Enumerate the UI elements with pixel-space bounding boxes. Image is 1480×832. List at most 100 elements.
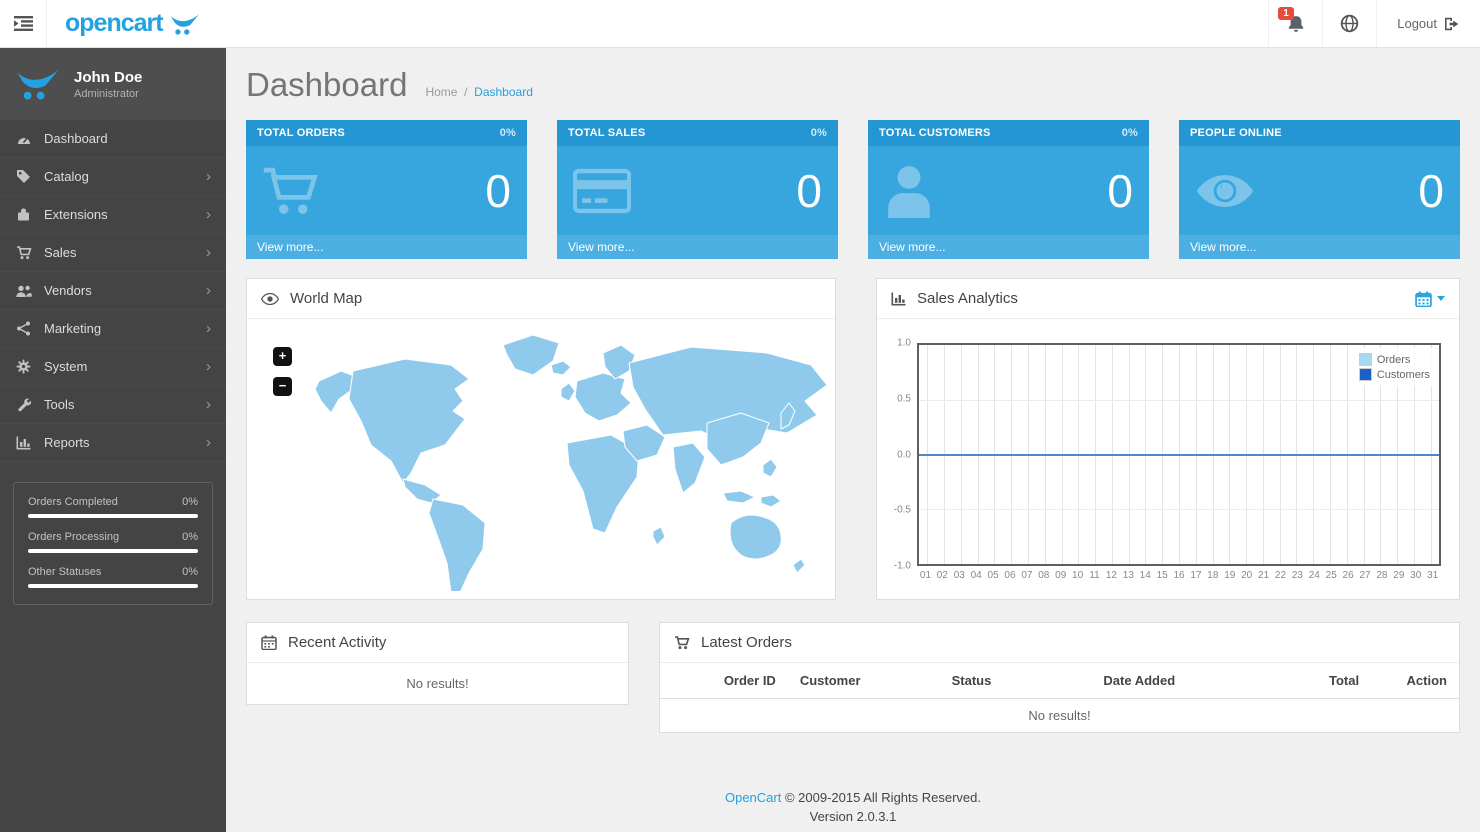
world-map[interactable]: + −	[247, 319, 835, 599]
column-action: Action	[1371, 663, 1459, 699]
sidebar-item-label: Extensions	[44, 207, 108, 222]
column-status: Status	[940, 663, 1092, 699]
tile-total-customers: TOTAL CUSTOMERS 0% 0 View more...	[868, 120, 1149, 259]
opencart-footer-link[interactable]: OpenCart	[725, 790, 781, 805]
sidebar-item-catalog[interactable]: Catalog ›	[0, 158, 226, 196]
orders-swatch	[1359, 353, 1372, 366]
menu-toggle-button[interactable]	[0, 0, 47, 47]
top-bar: opencart 1 Logout	[0, 0, 1480, 48]
logout-button[interactable]: Logout	[1376, 0, 1480, 47]
hamburger-icon	[14, 16, 33, 31]
latest-orders-table: Order ID Customer Status Date Added Tota…	[660, 663, 1459, 732]
user-icon	[884, 164, 934, 218]
gridline-h	[919, 509, 1439, 510]
stat-orders-completed: Orders Completed 0%	[28, 496, 198, 518]
sidebar-item-reports[interactable]: Reports ›	[0, 424, 226, 462]
stat-label: Other Statuses	[28, 566, 101, 578]
view-more-link[interactable]: View more...	[868, 235, 1149, 259]
sidebar-item-extensions[interactable]: Extensions ›	[0, 196, 226, 234]
tile-percent: 0%	[1122, 127, 1138, 139]
tile-people-online: PEOPLE ONLINE 0 View more...	[1179, 120, 1460, 259]
legend-orders: Orders	[1359, 353, 1430, 366]
footer: OpenCart © 2009-2015 All Rights Reserved…	[246, 789, 1460, 827]
stat-value: 0%	[182, 566, 198, 578]
opencart-logo[interactable]: opencart	[47, 0, 218, 47]
stat-value: 0%	[182, 496, 198, 508]
page-header: Dashboard Home / Dashboard	[246, 66, 1460, 104]
progress-bar	[28, 584, 198, 588]
gear-icon	[15, 359, 32, 374]
footer-version: Version 2.0.3.1	[246, 808, 1460, 827]
stat-label: Orders Processing	[28, 531, 119, 543]
profile-role: Administrator	[74, 88, 142, 100]
sidebar-item-tools[interactable]: Tools ›	[0, 386, 226, 424]
copyright-text: © 2009-2015 All Rights Reserved.	[785, 790, 981, 805]
bottom-row: Recent Activity No results! Latest Order…	[246, 622, 1460, 733]
tile-value: 0	[796, 168, 822, 214]
stores-button[interactable]	[1322, 0, 1376, 47]
eye-icon	[261, 293, 279, 305]
chart-range-dropdown[interactable]	[1415, 291, 1445, 307]
panel-title: World Map	[290, 290, 362, 307]
breadcrumb-current[interactable]: Dashboard	[474, 85, 533, 99]
profile-text: John Doe Administrator	[74, 69, 142, 100]
order-stats-panel: Orders Completed 0% Orders Processing 0%…	[13, 482, 213, 605]
calendar-icon	[261, 635, 277, 650]
view-more-link[interactable]: View more...	[246, 235, 527, 259]
chevron-right-icon: ›	[206, 283, 211, 298]
tile-total-sales: TOTAL SALES 0% 0 View more...	[557, 120, 838, 259]
shopping-cart-icon	[262, 166, 320, 216]
map-zoom-out-button[interactable]: −	[273, 377, 292, 396]
sidebar-item-label: Dashboard	[44, 131, 108, 146]
tile-total-orders: TOTAL ORDERS 0% 0 View more...	[246, 120, 527, 259]
tile-value: 0	[1107, 168, 1133, 214]
tile-title: TOTAL ORDERS	[257, 127, 345, 139]
panel-title: Latest Orders	[701, 634, 792, 651]
sidebar-item-label: Catalog	[44, 169, 89, 184]
tile-title: PEOPLE ONLINE	[1190, 127, 1282, 139]
tile-value: 0	[1418, 168, 1444, 214]
stat-label: Orders Completed	[28, 496, 118, 508]
sidebar-item-sales[interactable]: Sales ›	[0, 234, 226, 272]
bar-chart-icon	[891, 292, 906, 306]
brand-text: opencart	[65, 9, 163, 38]
chevron-right-icon: ›	[206, 207, 211, 222]
calendar-icon	[1415, 291, 1432, 307]
chart-zero-line	[919, 454, 1439, 456]
column-customer: Customer	[788, 663, 940, 699]
recent-activity-empty: No results!	[247, 663, 628, 704]
notifications-button[interactable]: 1	[1268, 0, 1322, 47]
main-content: Dashboard Home / Dashboard TOTAL ORDERS …	[226, 48, 1480, 827]
stat-value: 0%	[182, 531, 198, 543]
sidebar-item-system[interactable]: System ›	[0, 348, 226, 386]
sidebar-item-label: Sales	[44, 245, 77, 260]
tag-icon	[15, 169, 32, 184]
chart-legend: Orders Customers	[1354, 348, 1435, 386]
sales-analytics-panel: Sales Analytics	[876, 278, 1460, 600]
caret-down-icon	[1437, 296, 1445, 301]
panel-title: Sales Analytics	[917, 290, 1018, 307]
map-zoom-in-button[interactable]: +	[273, 347, 292, 366]
view-more-link[interactable]: View more...	[1179, 235, 1460, 259]
breadcrumb: Home / Dashboard	[425, 85, 532, 99]
recent-activity-panel: Recent Activity No results!	[246, 622, 629, 705]
stat-orders-processing: Orders Processing 0%	[28, 531, 198, 553]
puzzle-icon	[15, 207, 32, 222]
progress-bar	[28, 514, 198, 518]
view-more-link[interactable]: View more...	[557, 235, 838, 259]
users-icon	[15, 284, 32, 298]
stat-other-statuses: Other Statuses 0%	[28, 566, 198, 588]
world-map-graphic	[255, 327, 827, 591]
column-total: Total	[1259, 663, 1371, 699]
sidebar-item-marketing[interactable]: Marketing ›	[0, 310, 226, 348]
latest-orders-panel: Latest Orders Order ID Customer Status D…	[659, 622, 1460, 733]
notification-badge: 1	[1278, 7, 1294, 20]
panel-title: Recent Activity	[288, 634, 386, 651]
user-profile: John Doe Administrator	[0, 48, 226, 120]
sidebar-item-dashboard[interactable]: Dashboard	[0, 120, 226, 158]
sidebar-item-vendors[interactable]: Vendors ›	[0, 272, 226, 310]
chevron-right-icon: ›	[206, 169, 211, 184]
sidebar-menu: Dashboard Catalog › Extensions › Sales ›	[0, 120, 226, 462]
breadcrumb-home[interactable]: Home	[425, 85, 457, 99]
gridline-h	[919, 400, 1439, 401]
